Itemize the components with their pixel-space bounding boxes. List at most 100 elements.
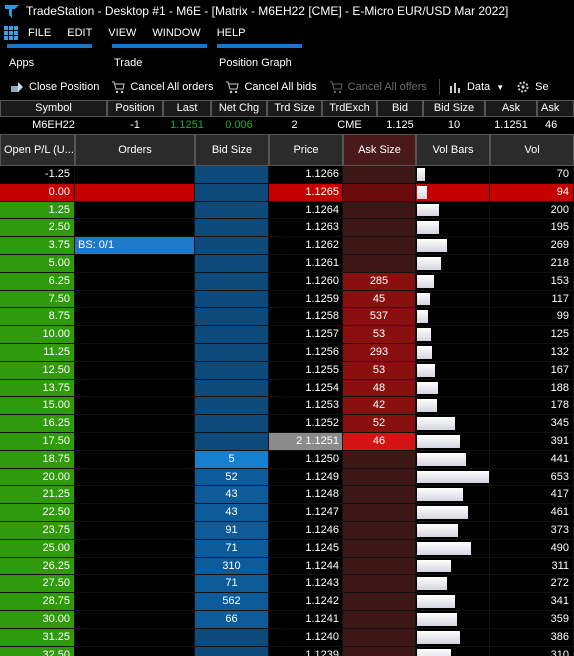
ask-size-cell[interactable] <box>343 486 416 505</box>
orders-cell[interactable] <box>75 628 195 647</box>
ladder-header-vol[interactable]: Vol <box>490 134 574 166</box>
quote-header-trdexch[interactable]: TrdExch <box>322 100 377 117</box>
quote-row[interactable]: M6EH22 -1 1.1251 0.006 2 CME 1.125 10 1.… <box>0 117 574 134</box>
ask-size-cell[interactable]: 53 <box>343 361 416 380</box>
bid-size-cell[interactable]: 310 <box>195 557 269 576</box>
orders-cell[interactable] <box>75 610 195 629</box>
price-cell[interactable]: 1.1239 <box>269 646 343 656</box>
ask-size-cell[interactable] <box>343 557 416 576</box>
orders-cell[interactable] <box>75 219 195 238</box>
orders-cell[interactable] <box>75 432 195 451</box>
ask-size-cell[interactable] <box>343 575 416 594</box>
price-cell[interactable]: 1.1264 <box>269 201 343 220</box>
bid-size-cell[interactable] <box>195 183 269 202</box>
settings-button[interactable]: Se <box>516 80 549 94</box>
ask-size-cell[interactable] <box>343 646 416 656</box>
bid-size-cell[interactable] <box>195 254 269 273</box>
ladder-row[interactable]: 30.00 66 1.1241 359 <box>0 610 574 629</box>
ask-size-cell[interactable]: 42 <box>343 397 416 416</box>
price-cell[interactable]: 1.1263 <box>269 219 343 238</box>
ladder-header-price[interactable]: Price <box>269 134 343 166</box>
price-cell[interactable]: 1.1250 <box>269 450 343 469</box>
ask-size-cell[interactable] <box>343 468 416 487</box>
bid-size-cell[interactable]: 91 <box>195 521 269 540</box>
ask-size-cell[interactable] <box>343 254 416 273</box>
price-cell[interactable]: 1.1255 <box>269 361 343 380</box>
tab-trade[interactable]: Trade <box>112 44 207 74</box>
orders-cell[interactable] <box>75 166 195 184</box>
price-cell[interactable]: 2 1.1251 <box>269 432 343 451</box>
price-cell[interactable]: 1.1241 <box>269 610 343 629</box>
ladder-row[interactable]: 10.00 1.1257 53 125 <box>0 326 574 344</box>
orders-cell[interactable] <box>75 254 195 273</box>
ladder-row[interactable]: 3.75 BS: 0/1 1.1262 269 <box>0 237 574 255</box>
ask-size-cell[interactable]: 293 <box>343 343 416 362</box>
quote-header-ask[interactable]: Ask <box>485 100 537 117</box>
ask-size-cell[interactable]: 285 <box>343 272 416 291</box>
ladder-row[interactable]: 18.75 5 1.1250 441 <box>0 450 574 469</box>
bid-size-cell[interactable] <box>195 166 269 184</box>
orders-cell[interactable] <box>75 343 195 362</box>
ladder-row[interactable]: 22.50 43 1.1247 461 <box>0 504 574 522</box>
ladder-row[interactable]: 13.75 1.1254 48 188 <box>0 379 574 398</box>
quote-header-last[interactable]: Last <box>163 100 211 117</box>
tab-apps[interactable]: Apps <box>7 44 92 74</box>
ladder-row[interactable]: 25.00 71 1.1245 490 <box>0 539 574 558</box>
orders-cell[interactable] <box>75 272 195 291</box>
ask-size-cell[interactable]: 46 <box>343 432 416 451</box>
orders-cell[interactable]: BS: 0/1 <box>75 237 195 255</box>
bid-size-cell[interactable] <box>195 415 269 433</box>
orders-cell[interactable] <box>75 575 195 594</box>
price-cell[interactable]: 1.1254 <box>269 379 343 398</box>
orders-cell[interactable] <box>75 308 195 327</box>
bid-size-cell[interactable] <box>195 397 269 416</box>
ladder-row[interactable]: 32.50 1.1239 310 <box>0 646 574 656</box>
menu-view[interactable]: VIEW <box>108 27 136 39</box>
ask-size-cell[interactable] <box>343 450 416 469</box>
orders-cell[interactable] <box>75 539 195 558</box>
bid-size-cell[interactable] <box>195 361 269 380</box>
data-dropdown[interactable]: Data ▼ <box>438 79 504 95</box>
orders-cell[interactable] <box>75 504 195 522</box>
ladder-row[interactable]: 31.25 1.1240 386 <box>0 628 574 647</box>
apps-grid-icon[interactable] <box>4 26 18 40</box>
price-cell[interactable]: 1.1265 <box>269 183 343 202</box>
ask-size-cell[interactable]: 45 <box>343 290 416 309</box>
ladder-row[interactable]: 2.50 1.1263 195 <box>0 219 574 238</box>
price-cell[interactable]: 1.1249 <box>269 468 343 487</box>
bid-size-cell[interactable] <box>195 308 269 327</box>
ladder-row[interactable]: -1.25 1.1266 70 <box>0 166 574 184</box>
ladder-row[interactable]: 12.50 1.1255 53 167 <box>0 361 574 380</box>
ladder-row[interactable]: 7.50 1.1259 45 117 <box>0 290 574 309</box>
ladder-row[interactable]: 1.25 1.1264 200 <box>0 201 574 220</box>
ladder-row[interactable]: 26.25 310 1.1244 311 <box>0 557 574 576</box>
orders-cell[interactable] <box>75 486 195 505</box>
bid-size-cell[interactable] <box>195 272 269 291</box>
price-cell[interactable]: 1.1261 <box>269 254 343 273</box>
ladder-row[interactable]: 6.25 1.1260 285 153 <box>0 272 574 291</box>
price-cell[interactable]: 1.1246 <box>269 521 343 540</box>
ask-size-cell[interactable] <box>343 183 416 202</box>
orders-cell[interactable] <box>75 646 195 656</box>
bid-size-cell[interactable] <box>195 432 269 451</box>
order-tag[interactable]: BS: 0/1 <box>75 237 194 254</box>
quote-header-ask-size[interactable]: Ask <box>537 100 574 117</box>
cancel-all-offers-button[interactable]: Cancel All offers <box>329 80 427 94</box>
orders-cell[interactable] <box>75 326 195 344</box>
quote-header-trd-size[interactable]: Trd Size <box>267 100 322 117</box>
ladder-header-ask-size[interactable]: Ask Size <box>343 134 416 166</box>
price-cell[interactable]: 1.1257 <box>269 326 343 344</box>
menu-help[interactable]: HELP <box>217 27 246 39</box>
ladder-row[interactable]: 8.75 1.1258 537 99 <box>0 308 574 327</box>
ladder-header-vol-bars[interactable]: Vol Bars <box>416 134 490 166</box>
orders-cell[interactable] <box>75 557 195 576</box>
ladder-row[interactable]: 17.50 2 1.1251 46 391 <box>0 432 574 451</box>
orders-cell[interactable] <box>75 450 195 469</box>
orders-cell[interactable] <box>75 521 195 540</box>
bid-size-cell[interactable]: 43 <box>195 504 269 522</box>
price-cell[interactable]: 1.1240 <box>269 628 343 647</box>
orders-cell[interactable] <box>75 415 195 433</box>
price-cell[interactable]: 1.1258 <box>269 308 343 327</box>
ask-size-cell[interactable]: 537 <box>343 308 416 327</box>
orders-cell[interactable] <box>75 397 195 416</box>
